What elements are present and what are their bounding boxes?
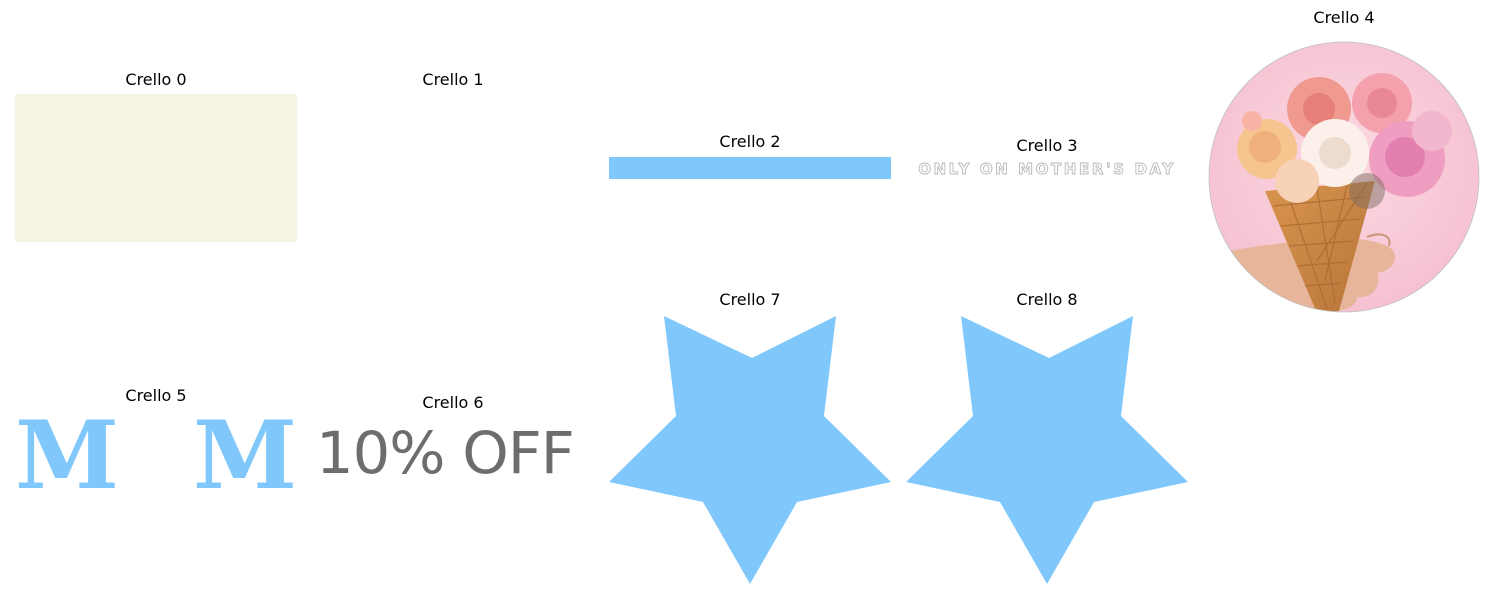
panel-title: Crello 2 [719,132,781,151]
panel-title: Crello 6 [422,393,484,412]
crello-panel-2: Crello 2 [609,132,891,180]
cream-rectangle [15,94,297,242]
white-texture-rectangle [312,94,594,242]
panel-title: Crello 5 [125,386,187,405]
panel-title: Crello 7 [719,290,781,309]
panel-title: Crello 4 [1313,8,1375,27]
star-icon [609,316,891,584]
panel-title: Crello 1 [422,70,484,89]
mothers-day-text: ONLY ON MOTHER'S DAY [918,160,1176,179]
panel-title: Crello 3 [1016,136,1078,155]
crello-panel-7: Crello 7 [609,290,891,586]
panel-title: Crello 8 [1016,290,1078,309]
star-shape [609,316,891,584]
crello-panel-4: Crello 4 [1205,8,1483,313]
blue-bar [609,157,891,179]
mm-letters: M M [15,412,297,492]
panel-title: Crello 0 [125,70,187,89]
crello-panel-1: Crello 1 [312,70,594,242]
star-icon [906,316,1188,584]
m-letters-text: M M [15,412,297,492]
flower-bouquet-image [1208,41,1480,313]
crello-panel-8: Crello 8 [906,290,1188,586]
discount-text: 10% OFF [316,419,575,487]
star-shape [906,316,1188,584]
crello-panel-5: Crello 5 M M [15,386,297,496]
crello-panel-0: Crello 0 [15,70,297,242]
crello-panel-6: Crello 6 10% OFF [312,393,594,489]
crello-panel-3: Crello 3 ONLY ON MOTHER'S DAY [906,136,1188,182]
